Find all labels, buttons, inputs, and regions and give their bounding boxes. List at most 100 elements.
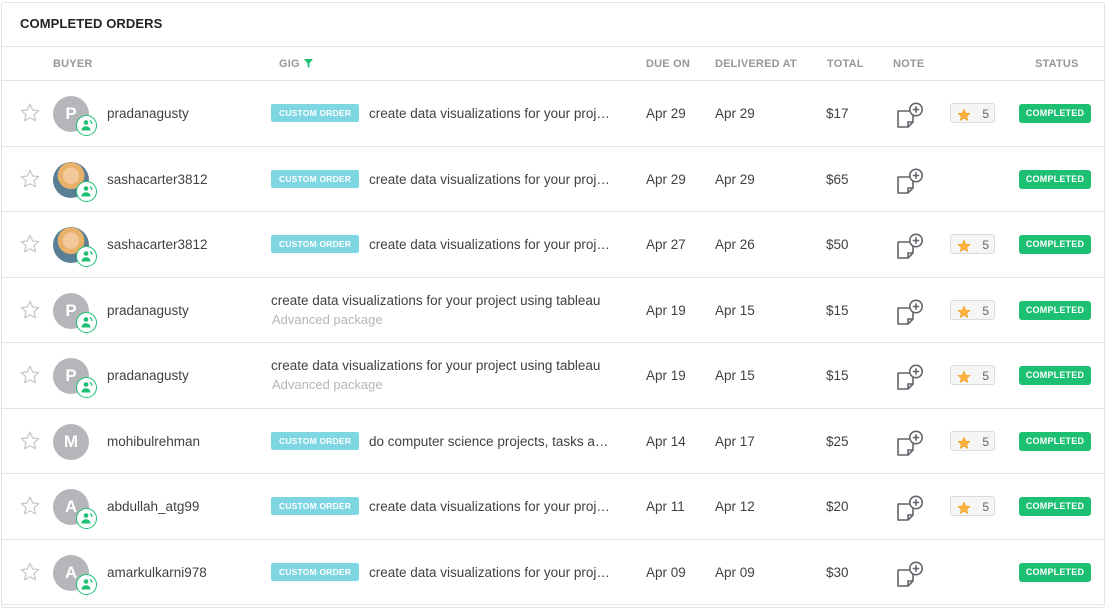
favorite-star-icon[interactable] xyxy=(19,561,41,583)
status-badge: COMPLETED xyxy=(1019,300,1091,320)
table-row[interactable]: sashacarter3812 CUSTOM ORDER create data v… xyxy=(2,147,1104,212)
table-row[interactable]: Aabdullah_atg99 CUSTOM ORDER create data v… xyxy=(2,474,1104,540)
add-note-icon[interactable] xyxy=(895,102,925,130)
buyer-name[interactable]: pradanagusty xyxy=(107,303,189,318)
custom-order-tag: CUSTOM ORDER xyxy=(271,169,360,188)
order-total: $20 xyxy=(826,499,849,514)
avatar[interactable]: P xyxy=(53,96,97,136)
col-note: NOTE xyxy=(893,58,925,70)
table-row[interactable]: Ppradanagusty create data visualizations … xyxy=(2,343,1104,409)
avatar[interactable]: A xyxy=(53,554,97,595)
col-status: STATUS xyxy=(1035,58,1079,70)
due-date: Apr 29 xyxy=(646,171,686,187)
buyer-name[interactable]: sashacarter3812 xyxy=(107,172,208,187)
repeat-buyer-icon xyxy=(76,377,97,398)
avatar[interactable]: P xyxy=(53,292,97,333)
rating-badge[interactable]: 5 xyxy=(950,430,995,451)
col-buyer: BUYER xyxy=(53,58,93,70)
gig-title[interactable]: create data visualizations for your proj… xyxy=(369,237,614,252)
add-note-icon[interactable] xyxy=(895,364,925,392)
repeat-buyer-icon xyxy=(76,246,97,267)
status-badge: COMPLETED xyxy=(1019,497,1091,516)
status-badge: COMPLETED xyxy=(1019,235,1091,254)
avatar[interactable]: P xyxy=(53,358,97,398)
favorite-star-icon[interactable] xyxy=(19,430,41,452)
repeat-buyer-icon xyxy=(76,573,97,595)
favorite-star-icon[interactable] xyxy=(19,495,41,517)
table-row[interactable]: Aamarkulkarni978 CUSTOM ORDER create data … xyxy=(2,540,1104,605)
table-row[interactable]: sashacarter3812 CUSTOM ORDER create data v… xyxy=(2,212,1104,278)
gig-title[interactable]: create data visualizations for your proj… xyxy=(369,565,614,580)
buyer-name[interactable]: mohibulrehman xyxy=(107,434,200,449)
panel-title: COMPLETED ORDERS xyxy=(2,3,1104,47)
favorite-star-icon[interactable] xyxy=(19,364,41,386)
rating-value: 5 xyxy=(982,303,989,318)
gig-title[interactable]: do computer science projects, tasks and … xyxy=(369,434,614,449)
order-total: $65 xyxy=(826,171,849,187)
buyer-name[interactable]: pradanagusty xyxy=(107,368,189,383)
due-date: Apr 27 xyxy=(646,237,686,252)
status-badge: COMPLETED xyxy=(1019,562,1091,582)
order-total: $15 xyxy=(826,368,849,383)
rating-badge[interactable]: 5 xyxy=(950,365,995,385)
buyer-name[interactable]: sashacarter3812 xyxy=(107,237,208,252)
gig-title[interactable]: create data visualizations for your proj… xyxy=(271,293,621,308)
delivered-date: Apr 29 xyxy=(715,171,755,187)
buyer-name[interactable]: amarkulkarni978 xyxy=(107,565,207,580)
custom-order-tag: CUSTOM ORDER xyxy=(271,562,360,581)
gig-title[interactable]: create data visualizations for your proj… xyxy=(369,172,614,187)
col-due-on: DUE ON xyxy=(646,58,690,70)
due-date: Apr 29 xyxy=(646,106,686,121)
filter-icon[interactable] xyxy=(303,59,313,68)
order-total: $15 xyxy=(826,302,849,318)
add-note-icon[interactable] xyxy=(895,233,925,261)
rating-badge[interactable]: 5 xyxy=(950,299,995,320)
repeat-buyer-icon xyxy=(76,115,97,136)
status-badge: COMPLETED xyxy=(1019,431,1091,451)
table-row[interactable]: Ppradanagusty create data visualizations … xyxy=(2,278,1104,343)
status-badge: COMPLETED xyxy=(1019,366,1091,385)
orders-table-body: Ppradanagusty CUSTOM ORDER create data vis… xyxy=(2,81,1104,605)
add-note-icon[interactable] xyxy=(895,561,925,589)
buyer-name[interactable]: abdullah_atg99 xyxy=(107,499,199,514)
rating-value: 5 xyxy=(982,369,989,383)
col-gig[interactable]: GIG xyxy=(279,58,313,70)
buyer-name[interactable]: pradanagusty xyxy=(107,106,189,121)
avatar[interactable] xyxy=(53,161,97,202)
favorite-star-icon[interactable] xyxy=(19,299,41,321)
order-total: $50 xyxy=(826,237,849,252)
status-badge: COMPLETED xyxy=(1019,104,1091,123)
avatar[interactable]: A xyxy=(53,489,97,529)
favorite-star-icon[interactable] xyxy=(19,102,41,124)
delivered-date: Apr 26 xyxy=(715,237,755,252)
add-note-icon[interactable] xyxy=(895,168,925,196)
add-note-icon[interactable] xyxy=(895,495,925,523)
favorite-star-icon[interactable] xyxy=(19,168,41,190)
add-note-icon[interactable] xyxy=(895,430,925,458)
completed-orders-panel: COMPLETED ORDERS BUYER GIG DUE ON DELIVE… xyxy=(1,2,1105,608)
col-delivered-at: DELIVERED AT xyxy=(715,58,797,70)
gig-title[interactable]: create data visualizations for your proj… xyxy=(369,499,614,514)
gig-title[interactable]: create data visualizations for your proj… xyxy=(271,358,621,373)
gig-package: Advanced package xyxy=(272,377,383,392)
add-note-icon[interactable] xyxy=(895,299,925,327)
due-date: Apr 11 xyxy=(646,499,685,514)
table-row[interactable]: Mmohibulrehman CUSTOM ORDER do computer sc… xyxy=(2,409,1104,474)
rating-badge[interactable]: 5 xyxy=(950,234,995,254)
table-row[interactable]: Ppradanagusty CUSTOM ORDER create data vis… xyxy=(2,81,1104,147)
due-date: Apr 09 xyxy=(646,564,686,580)
avatar[interactable] xyxy=(53,227,97,267)
avatar[interactable]: M xyxy=(53,423,89,460)
rating-badge[interactable]: 5 xyxy=(950,103,995,123)
rating-badge[interactable]: 5 xyxy=(950,496,995,516)
gig-package: Advanced package xyxy=(272,311,383,327)
favorite-star-icon[interactable] xyxy=(19,233,41,255)
gig-title[interactable]: create data visualizations for your proj… xyxy=(369,106,614,121)
custom-order-tag: CUSTOM ORDER xyxy=(271,497,360,515)
order-total: $25 xyxy=(826,433,849,449)
delivered-date: Apr 15 xyxy=(715,302,755,318)
due-date: Apr 19 xyxy=(646,302,686,318)
status-badge: COMPLETED xyxy=(1019,169,1091,189)
custom-order-tag: CUSTOM ORDER xyxy=(271,431,360,450)
delivered-date: Apr 15 xyxy=(715,368,755,383)
